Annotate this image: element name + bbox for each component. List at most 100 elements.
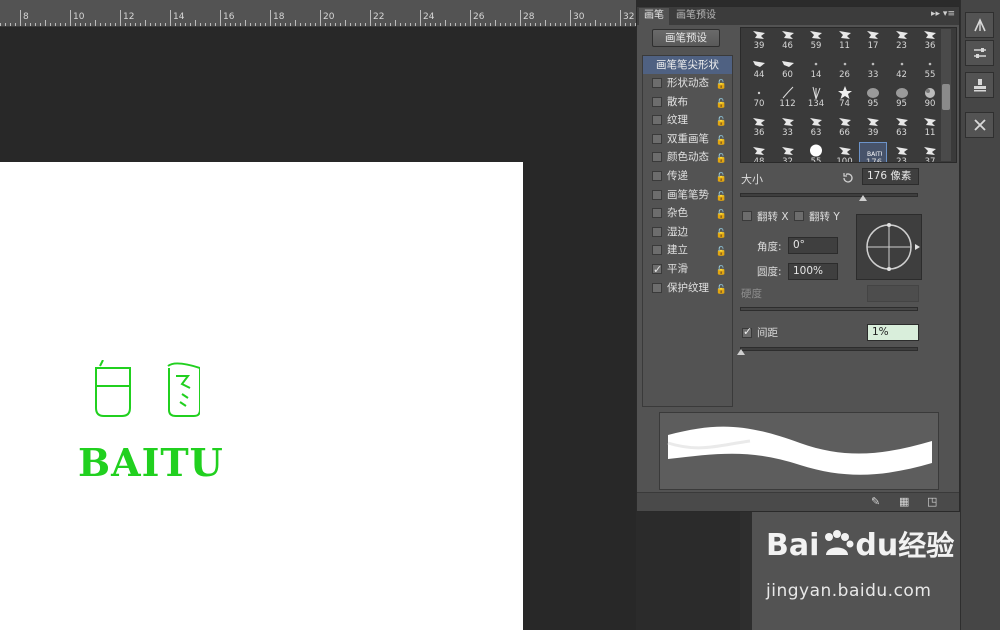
lock-icon[interactable]: 🔓 [716, 132, 727, 150]
brush-tip-grid[interactable]: 39 46 59 11 17 23 36 44 60 14 26 33 42 55 70 112 134 74 95… [740, 27, 957, 163]
lock-icon[interactable]: 🔓 [716, 262, 727, 280]
lock-icon[interactable]: 🔓 [716, 188, 727, 206]
lock-icon[interactable]: 🔓 [716, 76, 727, 94]
grid-scrollbar[interactable] [941, 29, 951, 161]
brush-option-6[interactable]: 画笔笔势 🔓 [643, 186, 732, 205]
lock-icon[interactable]: 🔓 [716, 150, 727, 168]
brush-tip[interactable]: 33 [859, 55, 887, 83]
brush-tip[interactable]: 74 [831, 84, 859, 112]
lock-icon[interactable]: 🔓 [716, 95, 727, 113]
option-checkbox[interactable] [652, 208, 662, 219]
brush-tip[interactable]: 33 [774, 113, 802, 141]
toggle-preview-icon[interactable]: ✎ [871, 495, 880, 508]
brush-tip[interactable]: 66 [831, 113, 859, 141]
lock-icon[interactable]: 🔓 [716, 281, 727, 299]
size-field[interactable]: 176 像素 [862, 168, 919, 185]
new-brush-icon[interactable]: ◳ [927, 495, 937, 508]
option-checkbox[interactable] [652, 133, 662, 144]
spacing-slider[interactable] [740, 347, 918, 351]
spacing-field[interactable]: 1% [867, 324, 919, 341]
tools-icon[interactable] [965, 112, 994, 138]
brush-tip[interactable]: 100 [831, 142, 859, 162]
option-checkbox[interactable] [652, 226, 662, 237]
spacing-checkbox[interactable]: ✓ [742, 325, 752, 338]
brush-tip[interactable]: 32 [774, 142, 802, 162]
brush-tip[interactable]: 39 [859, 113, 887, 141]
brush-tip[interactable]: 55 [802, 142, 830, 162]
brush-tip[interactable]: 23 [888, 142, 916, 162]
brush-option-9[interactable]: 建立 🔓 [643, 241, 732, 260]
brush-option-8[interactable]: 湿边 🔓 [643, 223, 732, 242]
brush-tip[interactable]: 39 [745, 28, 773, 54]
lock-icon[interactable]: 🔓 [716, 206, 727, 224]
brush-tip[interactable]: 60 [774, 55, 802, 83]
lock-icon[interactable]: 🔓 [716, 243, 727, 261]
option-checkbox[interactable] [652, 152, 662, 163]
spacing-slider-knob[interactable] [737, 349, 745, 355]
brush-tip[interactable]: 46 [774, 28, 802, 54]
angle-field[interactable]: 0° [788, 237, 838, 254]
ruler-tick [155, 23, 156, 26]
document-canvas[interactable] [0, 162, 523, 630]
lock-icon[interactable]: 🔓 [716, 169, 727, 187]
option-checkbox[interactable] [652, 245, 662, 256]
size-slider[interactable] [740, 193, 918, 197]
angle-roundness-widget[interactable] [856, 214, 922, 280]
option-checkbox[interactable] [652, 96, 662, 107]
brush-tip[interactable]: 14 [802, 55, 830, 83]
tab-brush-presets[interactable]: 画笔预设 [671, 8, 721, 25]
flip-x-checkbox[interactable] [742, 211, 752, 221]
flip-y-checkbox[interactable] [794, 211, 804, 221]
brush-tip[interactable]: 63 [802, 113, 830, 141]
option-checkbox[interactable] [652, 189, 662, 200]
brush-option-0[interactable]: 形状动态 🔓 [643, 74, 732, 93]
lock-icon[interactable]: 🔓 [716, 113, 727, 131]
brush-tip[interactable]: 95 [888, 84, 916, 112]
sliders-icon[interactable] [965, 40, 994, 66]
grid-view-icon[interactable]: ▦ [899, 495, 909, 508]
brush-tip[interactable]: 42 [888, 55, 916, 83]
reset-size-icon[interactable] [842, 172, 854, 184]
brush-tip[interactable]: BAITU176 [859, 142, 887, 162]
option-checkbox[interactable] [652, 115, 662, 126]
option-checkbox[interactable] [652, 170, 662, 181]
brush-tip[interactable]: 90 [916, 84, 944, 112]
brush-option-11[interactable]: 保护纹理 🔓 [643, 279, 732, 298]
brush-tip[interactable]: 55 [916, 55, 944, 83]
brush-option-2[interactable]: 纹理 🔓 [643, 111, 732, 130]
brush-tip[interactable]: 112 [774, 84, 802, 112]
brush-tip[interactable]: 36 [745, 113, 773, 141]
brush-tip[interactable]: 44 [745, 55, 773, 83]
tab-brush[interactable]: 画笔 [639, 8, 669, 25]
brush-tip[interactable]: 11 [831, 28, 859, 54]
brush-option-3[interactable]: 双重画笔 🔓 [643, 130, 732, 149]
brush-tip[interactable]: 59 [802, 28, 830, 54]
brush-option-1[interactable]: 散布 🔓 [643, 93, 732, 112]
brush-tip[interactable]: 23 [888, 28, 916, 54]
brush-presets-button[interactable]: 画笔预设 [652, 29, 720, 47]
brush-tip[interactable]: 48 [745, 142, 773, 162]
panel-menu-icon[interactable]: ▸▸ ▾≡ [931, 9, 955, 19]
brush-option-7[interactable]: 杂色 🔓 [643, 204, 732, 223]
roundness-field[interactable]: 100% [788, 263, 838, 280]
brush-option-4[interactable]: 颜色动态 🔓 [643, 148, 732, 167]
brush-option-10[interactable]: ✓ 平滑 🔓 [643, 260, 732, 279]
brush-tool-icon[interactable] [965, 12, 994, 38]
option-checkbox[interactable] [652, 282, 662, 293]
brush-tip[interactable]: 134 [802, 84, 830, 112]
brush-option-5[interactable]: 传递 🔓 [643, 167, 732, 186]
option-checkbox[interactable] [652, 78, 662, 88]
brush-tip[interactable]: 17 [859, 28, 887, 54]
brush-tip[interactable]: 95 [859, 84, 887, 112]
lock-icon[interactable]: 🔓 [716, 225, 727, 243]
brush-tip[interactable]: 70 [745, 84, 773, 112]
size-slider-knob[interactable] [859, 195, 867, 201]
brush-tip[interactable]: 63 [888, 113, 916, 141]
stamp-icon[interactable] [965, 72, 994, 98]
tip-shape-header[interactable]: 画笔笔尖形状 [643, 56, 732, 74]
brush-tip[interactable]: 26 [831, 55, 859, 83]
brush-tip[interactable]: 36 [916, 28, 944, 54]
brush-tip[interactable]: 11 [916, 113, 944, 141]
option-checkbox[interactable]: ✓ [652, 263, 662, 276]
brush-tip[interactable]: 37 [916, 142, 944, 162]
